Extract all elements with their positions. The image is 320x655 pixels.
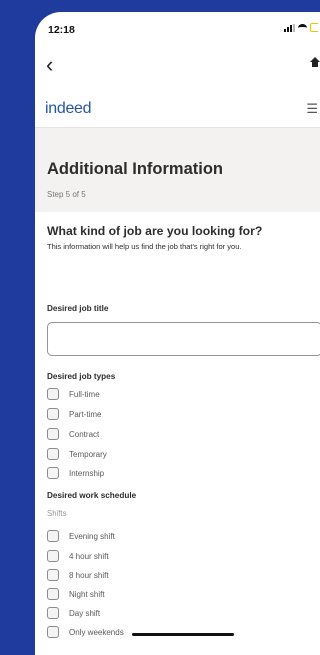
job-type-option[interactable]: Contract (47, 428, 99, 440)
chevron-left-icon[interactable]: ‹ (46, 54, 53, 76)
shift-option[interactable]: Day shift (47, 607, 100, 619)
section-description: This information will help us find the j… (47, 242, 242, 251)
status-icons (284, 23, 318, 32)
checkbox[interactable] (47, 388, 59, 400)
checkbox[interactable] (47, 607, 59, 619)
status-bar: 12:18 (35, 12, 320, 50)
hamburger-menu-icon[interactable]: ☰ (306, 101, 318, 117)
checkbox[interactable] (47, 467, 59, 479)
checkbox[interactable] (47, 530, 59, 542)
status-time: 12:18 (48, 24, 75, 36)
checkbox[interactable] (47, 550, 59, 562)
job-type-option[interactable]: Temporary (47, 448, 107, 460)
page-header: Additional Information Step 5 of 5 (35, 128, 320, 212)
job-type-option[interactable]: Full-time (47, 388, 100, 400)
home-indicator[interactable] (132, 633, 234, 636)
checkbox[interactable] (47, 569, 59, 581)
browser-nav: ‹ (35, 50, 320, 84)
shift-option[interactable]: 8 hour shift (47, 569, 109, 581)
checkbox[interactable] (47, 588, 59, 600)
checkbox[interactable] (47, 428, 59, 440)
schedule-label: Desired work schedule (47, 491, 137, 500)
shift-option[interactable]: Night shift (47, 588, 105, 600)
step-indicator: Step 5 of 5 (47, 190, 86, 199)
checkbox[interactable] (47, 626, 59, 638)
home-icon[interactable] (310, 57, 320, 71)
job-title-input[interactable] (47, 322, 320, 356)
section-question: What kind of job are you looking for? (47, 224, 263, 238)
wifi-icon (298, 24, 307, 32)
site-header: indeed ☰ (35, 88, 320, 128)
battery-icon (310, 23, 318, 32)
signal-icon (284, 24, 295, 32)
indeed-logo[interactable]: indeed (45, 100, 92, 118)
job-type-option[interactable]: Internship (47, 467, 104, 479)
job-title-label: Desired job title (47, 304, 109, 313)
job-type-option[interactable]: Part-time (47, 408, 101, 420)
shifts-sublabel: Shifts (47, 509, 67, 518)
checkbox[interactable] (47, 448, 59, 460)
checkbox[interactable] (47, 408, 59, 420)
shift-option[interactable]: Only weekends (47, 626, 124, 638)
job-types-label: Desired job types (47, 372, 116, 381)
phone-screen: 12:18 ‹ indeed ☰ Additional Information … (35, 12, 320, 655)
shift-option[interactable]: 4 hour shift (47, 550, 109, 562)
page-title: Additional Information (47, 160, 223, 178)
shift-option[interactable]: Evening shift (47, 530, 115, 542)
